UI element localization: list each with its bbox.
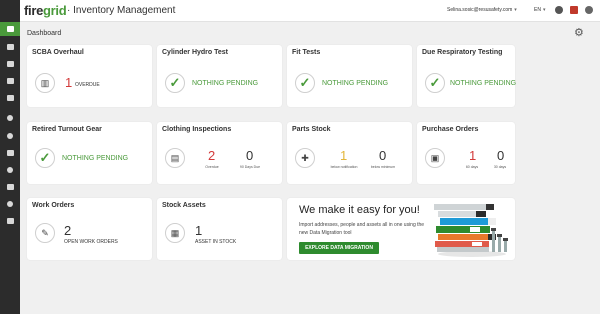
- puzzle-icon: ✚: [295, 148, 315, 168]
- clipboard-icon: ▤: [165, 148, 185, 168]
- user-icon: [7, 133, 13, 139]
- status-text: NOTHING PENDING: [62, 155, 129, 162]
- promo-title: We make it easy for you!: [299, 204, 420, 216]
- card-title: Clothing Inspections: [162, 126, 232, 133]
- card-title: Cylinder Hydro Test: [162, 49, 228, 56]
- overdue-count: 1: [65, 75, 73, 90]
- avatar-icon[interactable]: [585, 6, 593, 14]
- card-title: Purchase Orders: [422, 126, 479, 133]
- settings-icon: [7, 201, 13, 207]
- location-icon: [7, 167, 13, 173]
- sidebar-lists[interactable]: [0, 181, 20, 193]
- language-value: EN: [534, 7, 541, 13]
- work-order-count: 2: [64, 223, 72, 238]
- card-title: Retired Turnout Gear: [32, 126, 102, 133]
- due-count: 0: [246, 148, 254, 163]
- sidebar-truck[interactable]: [0, 92, 20, 104]
- minimum-count: 0: [379, 148, 387, 163]
- status-text: NOTHING PENDING: [450, 80, 517, 87]
- help-icon[interactable]: [555, 6, 563, 14]
- check-icon: ✓: [165, 73, 185, 93]
- card-title: Fit Tests: [292, 49, 321, 56]
- logo-suffix: grid: [43, 3, 67, 18]
- sixty-day-label: 60 days: [465, 165, 479, 169]
- asset-label: ASSET IN STOCK: [195, 239, 237, 245]
- sidebar-locations[interactable]: [0, 164, 20, 176]
- folder-icon: [6, 61, 14, 67]
- thirty-day-label: 30 days: [493, 165, 507, 169]
- dashboard-icon: [6, 26, 14, 32]
- card-due-respiratory-testing[interactable]: Due Respiratory Testing ✓ NOTHING PENDIN…: [417, 45, 517, 107]
- app-logo[interactable]: firegrid: [24, 3, 67, 18]
- logo-prefix: fire: [24, 3, 44, 18]
- box-icon: ▦: [165, 223, 185, 243]
- overdue-count: 2: [208, 148, 216, 163]
- sidebar-documents[interactable]: [0, 75, 20, 87]
- explore-data-migration-button[interactable]: EXPLORE DATA MIGRATION: [299, 242, 379, 254]
- sidebar-ideas[interactable]: [0, 112, 20, 124]
- check-icon: ✓: [425, 73, 445, 93]
- card-parts-stock[interactable]: Parts Stock ✚ 1 below notification 0 bel…: [287, 122, 412, 184]
- sidebar-people[interactable]: [0, 130, 20, 142]
- card-retired-turnout-gear[interactable]: Retired Turnout Gear ✓ NOTHING PENDING: [27, 122, 152, 184]
- card-title: Work Orders: [32, 202, 75, 209]
- card-cylinder-hydro-test[interactable]: Cylinder Hydro Test ✓ NOTHING PENDING: [157, 45, 282, 107]
- notification-label: below notification: [330, 165, 358, 169]
- card-clothing-inspections[interactable]: Clothing Inspections ▤ 2 Overdue 0 90 Da…: [157, 122, 282, 184]
- asset-count: 1: [195, 223, 203, 238]
- card-title: Parts Stock: [292, 126, 331, 133]
- card-fit-tests[interactable]: Fit Tests ✓ NOTHING PENDING: [287, 45, 412, 107]
- inbox-icon: [6, 44, 14, 50]
- user-email: Selina.sosic@resusafety.com: [447, 7, 513, 13]
- dashboard-settings-icon[interactable]: ⚙: [574, 28, 584, 39]
- card-stock-assets[interactable]: Stock Assets ▦ 1 ASSET IN STOCK: [157, 198, 282, 260]
- card-purchase-orders[interactable]: Purchase Orders ▣ 1 60 days 0 30 days: [417, 122, 515, 184]
- check-icon: ✓: [35, 148, 55, 168]
- card-title: Stock Assets: [162, 202, 206, 209]
- sidebar-dashboard[interactable]: [0, 22, 20, 36]
- list-icon: [6, 184, 14, 190]
- sidebar-settings[interactable]: [0, 198, 20, 210]
- app-title-text: Inventory Management: [73, 5, 176, 16]
- status-text: NOTHING PENDING: [192, 80, 259, 87]
- notification-count: 1: [340, 148, 348, 163]
- edit-icon: ✎: [35, 223, 55, 243]
- sidebar-buildings[interactable]: [0, 215, 20, 227]
- work-order-label: OPEN WORK ORDERS: [64, 239, 118, 245]
- language-select[interactable]: EN ▾: [534, 7, 545, 13]
- overdue-label: Overdue: [205, 165, 219, 169]
- user-menu[interactable]: Selina.sosic@resusafety.com ▾: [447, 7, 517, 13]
- card-title: SCBA Overhaul: [32, 49, 84, 56]
- lightbulb-icon: [7, 115, 13, 121]
- card-title: Due Respiratory Testing: [422, 49, 503, 56]
- sidebar: [0, 0, 20, 314]
- binders-illustration: [434, 204, 508, 257]
- gavel-icon: [6, 150, 14, 156]
- sidebar-folder[interactable]: [0, 58, 20, 70]
- language-caret-icon: ▾: [542, 7, 546, 13]
- overdue-label: OVERDUE: [75, 82, 100, 88]
- book-icon: ▥: [35, 73, 55, 93]
- app-title: · Inventory Management: [67, 5, 176, 16]
- building-icon: [6, 218, 14, 224]
- card-scba-overhaul[interactable]: SCBA Overhaul ▥ 1 OVERDUE: [27, 45, 152, 107]
- page-title: Dashboard: [27, 30, 62, 37]
- sixty-day-count: 1: [469, 148, 477, 163]
- thirty-day-count: 0: [497, 148, 505, 163]
- truck-icon: [6, 95, 14, 101]
- sidebar-tools[interactable]: [0, 147, 20, 159]
- sidebar-inbox[interactable]: [0, 41, 20, 53]
- minimum-label: below minimum: [370, 165, 396, 169]
- top-bar: firegrid · Inventory Management Selina.s…: [20, 0, 600, 22]
- due-label: 90 Days Due: [239, 165, 261, 169]
- megaphone-icon[interactable]: [570, 6, 578, 14]
- card-work-orders[interactable]: Work Orders ✎ 2 OPEN WORK ORDERS: [27, 198, 152, 260]
- document-icon: [6, 78, 14, 84]
- user-caret-icon: ▾: [514, 7, 517, 13]
- status-text: NOTHING PENDING: [322, 80, 389, 87]
- cart-icon: ▣: [425, 148, 445, 168]
- check-icon: ✓: [295, 73, 315, 93]
- promo-text: Import addresses, people and assets all …: [299, 222, 425, 236]
